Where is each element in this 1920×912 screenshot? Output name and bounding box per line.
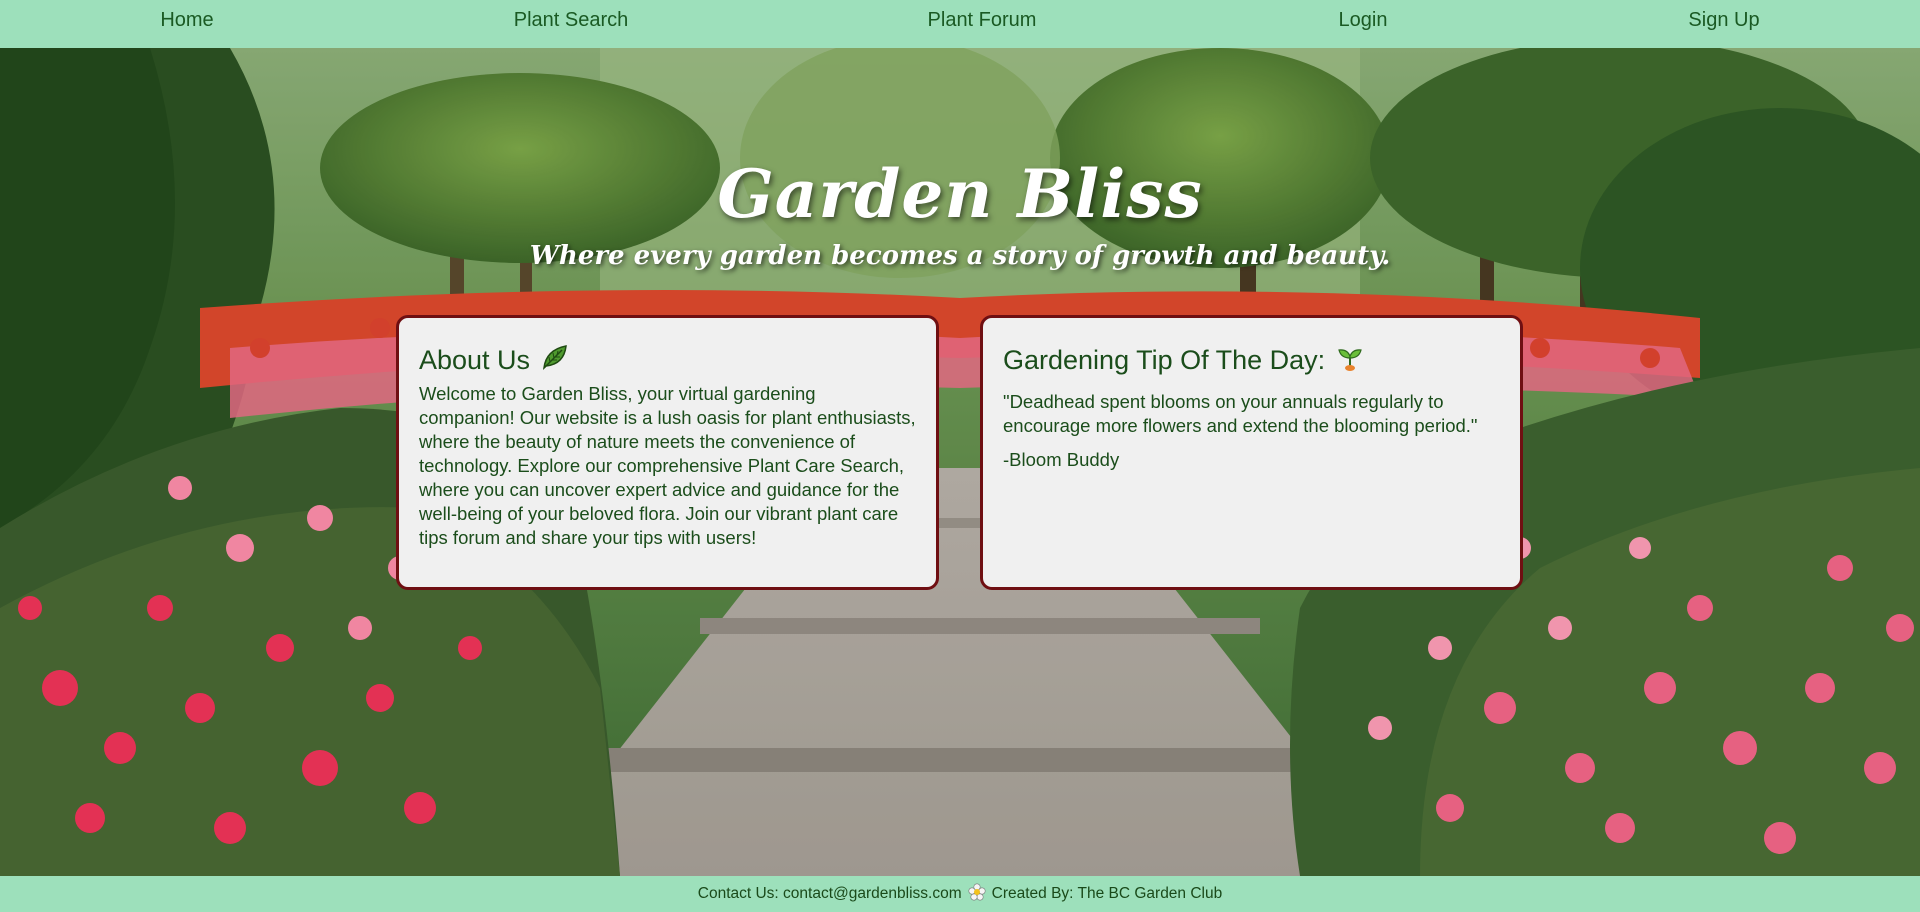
nav-link-plant-search[interactable]: Plant Search <box>514 0 629 40</box>
tip-heading: Gardening Tip Of The Day: <box>1003 342 1500 378</box>
about-us-heading-text: About Us <box>419 345 531 375</box>
site-footer: Contact Us: contact@gardenbliss.com Crea… <box>0 876 1920 912</box>
site-title: Garden Bliss <box>717 155 1203 234</box>
flower-icon <box>968 882 986 906</box>
nav-link-sign-up[interactable]: Sign Up <box>1688 0 1759 40</box>
tip-quote-text: "Deadhead spent blooms on your annuals r… <box>1003 391 1478 436</box>
about-us-card: About Us Welcome to Garden Bliss, your v… <box>396 315 939 590</box>
site-tagline: Where every garden becomes a story of gr… <box>529 241 1391 271</box>
nav-link-login[interactable]: Login <box>1339 0 1388 40</box>
top-nav: Home Plant Search Plant Forum Login Sign… <box>0 0 1920 48</box>
nav-link-home[interactable]: Home <box>160 0 213 40</box>
nav-link-plant-forum[interactable]: Plant Forum <box>928 0 1037 40</box>
hero-section: Garden Bliss Where every garden becomes … <box>0 48 1920 876</box>
leaf-icon <box>540 342 570 378</box>
tip-heading-text: Gardening Tip Of The Day: <box>1003 345 1326 375</box>
about-us-text: Welcome to Garden Bliss, your virtual ga… <box>419 383 916 548</box>
about-us-heading: About Us <box>419 342 916 378</box>
tip-of-the-day-card: Gardening Tip Of The Day: "Deadhead spen… <box>980 315 1523 590</box>
footer-contact: Contact Us: contact@gardenbliss.com <box>697 885 962 902</box>
seedling-icon <box>1335 342 1365 378</box>
tip-author: -Bloom Buddy <box>1003 449 1120 470</box>
footer-credit: Created By: The BC Garden Club <box>991 885 1223 902</box>
